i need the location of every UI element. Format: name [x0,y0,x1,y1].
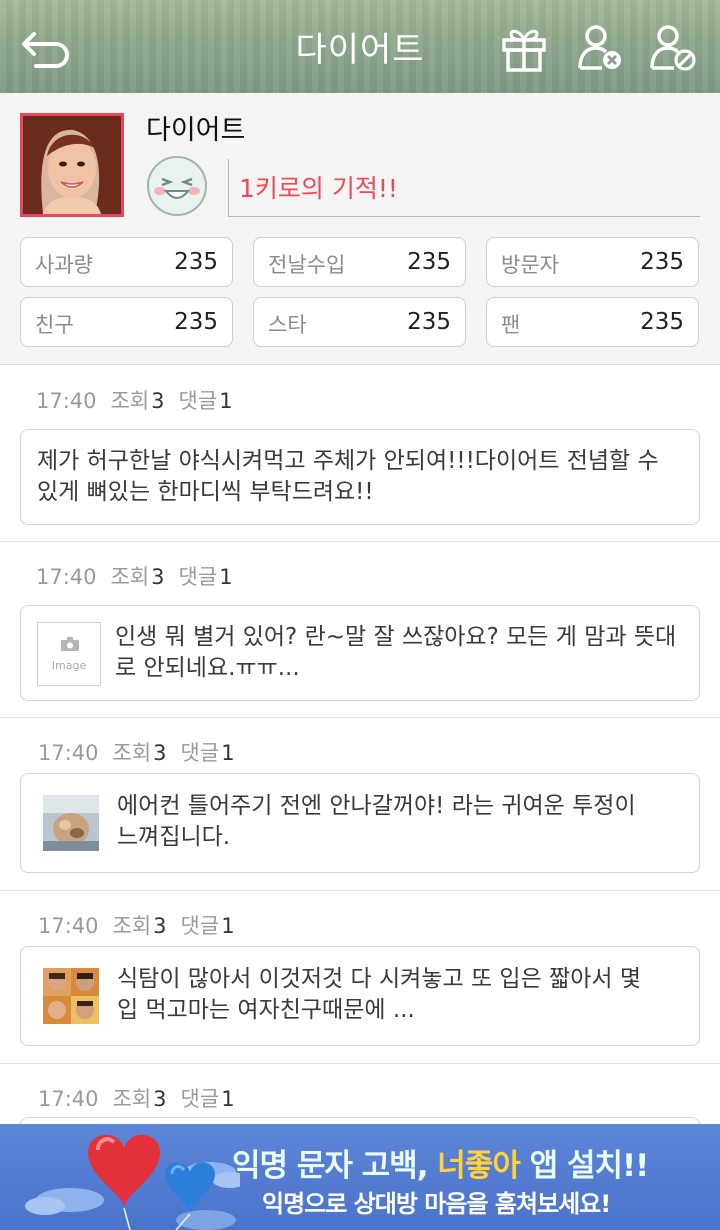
post-time: 17:40 [38,914,99,938]
stat-yesterday-income: 전날수입 235 [253,237,466,287]
stat-label: 친구 [35,313,74,337]
banner-headline-part2: 앱 설치!! [519,1148,650,1184]
post-views: 3 [153,1087,167,1111]
post-comments-label: 댓글 [180,1087,220,1111]
gift-icon[interactable] [496,20,552,76]
post-meta: 17:40 조회3 댓글1 [38,1083,235,1113]
banner-app-name: 너좋아 [437,1148,521,1184]
post-comments-label: 댓글 [180,914,220,938]
post-views-label: 조회 [110,389,150,413]
post-text: 식탐이 많아서 이것저것 다 시켜놓고 또 입은 짧아서 몇입 먹고마는 여자친… [117,966,642,1023]
stat-value: 235 [407,249,451,275]
banner-subtitle: 익명으로 상대방 마음을 훔쳐보세요! [262,1190,611,1218]
post-item[interactable]: 17:40 조회3 댓글1 [0,1063,720,1147]
post-card[interactable]: Image 인생 뭐 별거 있어? 란~말 잘 쓰잖아요? 모든 게 맘과 뜻대… [20,605,700,701]
post-views: 3 [151,565,165,589]
post-text: 에어컨 틀어주기 전엔 안나갈꺼야! 라는 귀여운 투정이 느껴집니다. [117,793,636,850]
stat-label: 스타 [268,313,307,337]
ad-banner[interactable]: 익명 문자 고백, 너좋아 앱 설치!! 익명으로 상대방 마음을 훔쳐보세요! [0,1124,720,1230]
stat-friends[interactable]: 친구 235 [20,297,233,347]
block-user-icon[interactable] [574,20,630,76]
post-views-label: 조회 [112,1087,152,1111]
image-placeholder: Image [37,622,101,686]
heart-balloons-icon [25,1134,240,1230]
post-views: 3 [151,389,165,413]
post-time: 17:40 [38,1087,99,1111]
stat-apples: 사과량 235 [20,237,233,287]
post-time: 17:40 [36,389,97,413]
post-thumbnail [43,968,99,1024]
post-meta: 17:40 조회3 댓글1 [38,910,235,940]
post-comments: 1 [221,741,235,765]
post-views-label: 조회 [112,914,152,938]
image-placeholder-label: Image [51,659,87,672]
stat-value: 235 [174,309,218,335]
stat-value: 235 [640,249,684,275]
post-comments: 1 [221,1087,235,1111]
post-comments: 1 [221,914,235,938]
post-item[interactable]: 17:40 조회3 댓글1 식탐이 많아서 이것저것 다 시켜놓고 또 입은 짧아서… [0,890,720,1063]
status-message: 1키로의 기적!! [239,174,398,203]
post-time: 17:40 [36,565,97,589]
stat-value: 235 [407,309,451,335]
post-views-label: 조회 [112,741,152,765]
post-views: 3 [153,741,167,765]
post-card[interactable]: 에어컨 틀어주기 전엔 안나갈꺼야! 라는 귀여운 투정이 느껴집니다. [20,773,700,873]
stat-label: 사과량 [35,253,93,277]
banner-headline-part1: 익명 문자 고백, [232,1148,438,1184]
post-text: 제가 허구한날 야식시켜먹고 주체가 안되여!!!다이어트 전념할 수 있게 뼈… [37,448,659,505]
post-item[interactable]: 17:40 조회3 댓글1 에어컨 틀어주기 전엔 안나갈꺼야! 라는 귀여운 투정… [0,717,720,890]
stat-label: 팬 [501,313,521,337]
post-meta: 17:40 조회3 댓글1 [36,561,233,591]
stat-label: 방문자 [501,253,559,277]
post-text: 인생 뭐 별거 있어? 란~말 잘 쓰잖아요? 모든 게 맘과 뜻대로 안되네요… [115,624,677,681]
stat-value: 235 [640,309,684,335]
banner-headline: 익명 문자 고백, 너좋아 앱 설치!! [232,1140,650,1185]
post-comments: 1 [219,565,233,589]
post-item[interactable]: 17:40 조회3 댓글1 Image 인생 뭐 별거 있어? 란~말 잘 쓰잖아요… [0,541,720,717]
post-comments-label: 댓글 [178,565,218,589]
status-message-box: 1키로의 기적!! [228,159,700,217]
post-comments-label: 댓글 [180,741,220,765]
profile-avatar[interactable] [20,113,124,217]
smiley-face-icon [147,156,207,216]
post-time: 17:40 [38,741,99,765]
profile-nickname: 다이어트 [146,115,246,146]
profile-section: 다이어트 1키로의 기적!! 사과량 235 전날수입 235 방문자 235 … [0,93,720,365]
camera-icon [61,637,79,651]
stat-stars[interactable]: 스타 235 [253,297,466,347]
post-card[interactable]: 식탐이 많아서 이것저것 다 시켜놓고 또 입은 짧아서 몇입 먹고마는 여자친… [20,946,700,1046]
post-comments-label: 댓글 [178,389,218,413]
ban-user-icon[interactable] [646,20,702,76]
top-bar: 다이어트 [0,0,720,93]
post-card[interactable]: 제가 허구한날 야식시켜먹고 주체가 안되여!!!다이어트 전념할 수 있게 뼈… [20,429,700,525]
post-thumbnail [43,795,99,851]
stat-fans[interactable]: 팬 235 [486,297,699,347]
stat-label: 전날수입 [268,253,346,277]
post-views: 3 [153,914,167,938]
stat-visitors: 방문자 235 [486,237,699,287]
post-comments: 1 [219,389,233,413]
post-views-label: 조회 [110,565,150,589]
post-meta: 17:40 조회3 댓글1 [38,737,235,767]
post-item[interactable]: 17:40 조회3 댓글1 제가 허구한날 야식시켜먹고 주체가 안되여!!!다이어… [0,365,720,542]
stat-value: 235 [174,249,218,275]
post-meta: 17:40 조회3 댓글1 [36,385,233,415]
